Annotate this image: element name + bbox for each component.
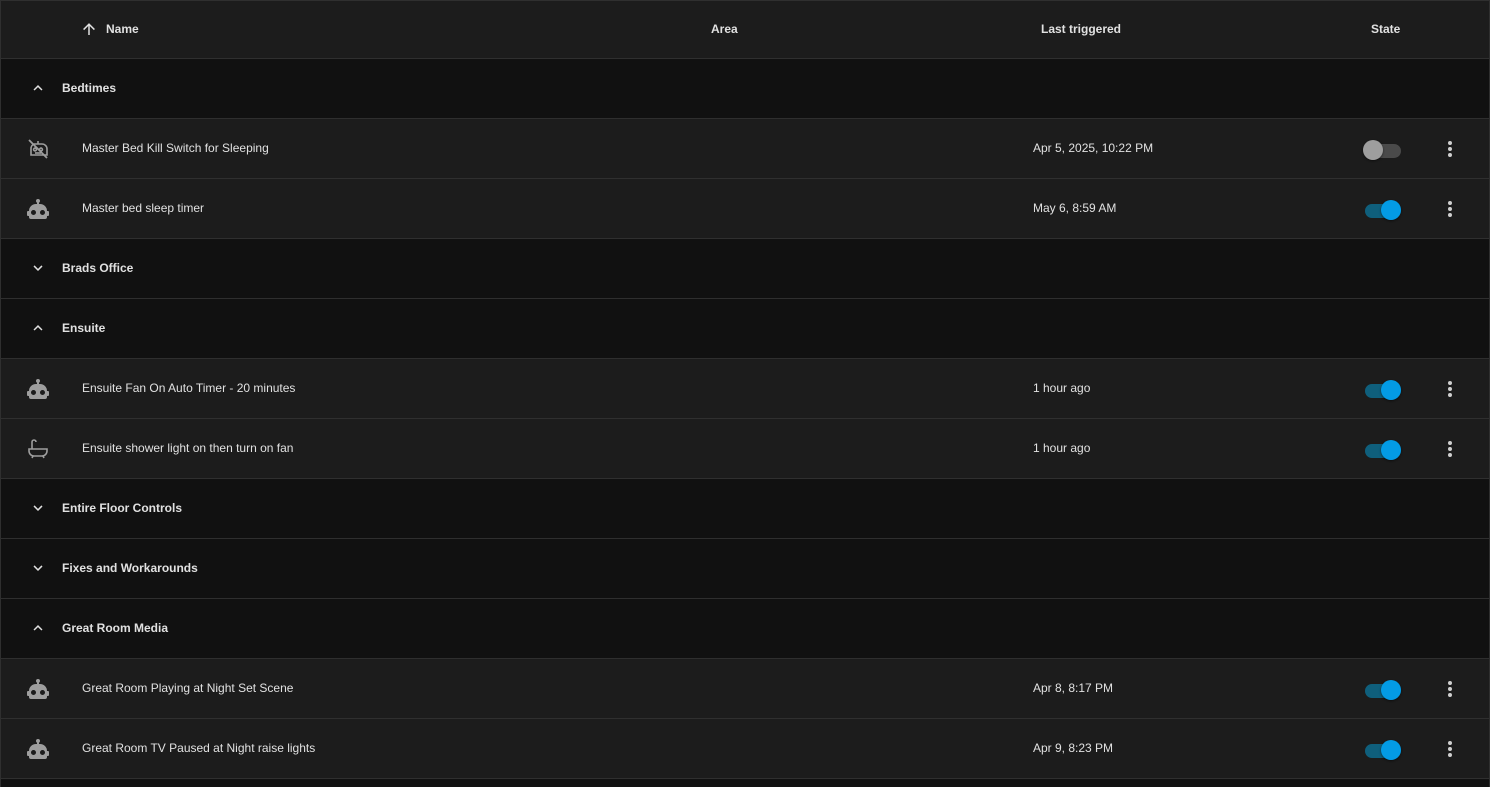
toggle-thumb [1381,440,1401,460]
table-body: Bedtimes Master Bed Kill Switch for Sleep… [1,59,1489,779]
last-triggered: Apr 9, 8:23 PM [1033,741,1114,755]
group-header[interactable]: Brads Office [1,239,1489,299]
automation-name[interactable]: Ensuite Fan On Auto Timer - 20 minutes [82,359,295,418]
table-row[interactable]: Ensuite shower light on then turn on fan… [1,419,1489,479]
chevron-down-icon[interactable] [29,259,47,277]
toggle-thumb [1381,200,1401,220]
robot-icon [27,379,49,399]
last-triggered: Apr 5, 2025, 10:22 PM [1033,141,1154,155]
robot-icon [27,679,49,699]
toggle-thumb [1363,140,1383,160]
column-header-state[interactable]: State [1371,1,1400,58]
table-row[interactable]: Master bed sleep timer May 6, 8:59 AM [1,179,1489,239]
group-label: Ensuite [62,321,106,335]
last-triggered: 1 hour ago [1033,441,1091,455]
state-toggle[interactable] [1363,198,1403,220]
state-toggle[interactable] [1363,738,1403,760]
table-row[interactable]: Great Room Playing at Night Set Scene Apr… [1,659,1489,719]
group-label: Bedtimes [62,81,117,95]
dots-vertical-icon[interactable] [1438,197,1462,221]
last-triggered: 1 hour ago [1033,381,1091,395]
dots-vertical-icon[interactable] [1438,377,1462,401]
toggle-thumb [1381,680,1401,700]
table-header: Name Area Last triggered State [1,1,1489,59]
group-header[interactable]: Great Room Media [1,599,1489,659]
chevron-up-icon[interactable] [29,319,47,337]
dots-vertical-icon[interactable] [1438,677,1462,701]
chevron-down-icon[interactable] [29,559,47,577]
last-triggered: Apr 8, 8:17 PM [1033,681,1114,695]
state-toggle[interactable] [1363,678,1403,700]
table-row[interactable]: Master Bed Kill Switch for Sleeping Apr 5… [1,119,1489,179]
robot-icon [27,199,49,219]
chevron-up-icon[interactable] [29,79,47,97]
group-header[interactable]: Entire Floor Controls [1,479,1489,539]
dots-vertical-icon[interactable] [1438,137,1462,161]
group-header[interactable]: Bedtimes [1,59,1489,119]
group-header[interactable]: Ensuite [1,299,1489,359]
chevron-down-icon[interactable] [29,499,47,517]
column-header-name[interactable]: Name [106,1,139,58]
last-triggered: May 6, 8:59 AM [1033,201,1117,215]
automation-name[interactable]: Master Bed Kill Switch for Sleeping [82,119,269,178]
dots-vertical-icon[interactable] [1438,437,1462,461]
automation-name[interactable]: Great Room TV Paused at Night raise ligh… [82,719,315,778]
state-toggle[interactable] [1363,138,1403,160]
table-row[interactable]: Great Room TV Paused at Night raise ligh… [1,719,1489,779]
group-label: Great Room Media [62,621,169,635]
dots-vertical-icon[interactable] [1438,737,1462,761]
robot-off-icon [28,139,48,159]
automation-name[interactable]: Master bed sleep timer [82,179,204,238]
group-label: Fixes and Workarounds [62,561,198,575]
group-header[interactable]: Fixes and Workarounds [1,539,1489,599]
table-row[interactable]: Ensuite Fan On Auto Timer - 20 minutes 1 … [1,359,1489,419]
robot-icon [27,739,49,759]
toggle-thumb [1381,380,1401,400]
bathtub-icon [28,439,48,459]
automation-name[interactable]: Great Room Playing at Night Set Scene [82,659,293,718]
state-toggle[interactable] [1363,378,1403,400]
arrow-up-icon[interactable] [80,20,98,38]
column-header-last-triggered[interactable]: Last triggered [1041,1,1121,58]
automations-table: Name Area Last triggered State Bedtimes M… [0,0,1490,787]
state-toggle[interactable] [1363,438,1403,460]
automation-name[interactable]: Ensuite shower light on then turn on fan [82,419,293,478]
chevron-up-icon[interactable] [29,619,47,637]
toggle-thumb [1381,740,1401,760]
column-header-area[interactable]: Area [711,1,738,58]
group-label: Entire Floor Controls [62,501,182,515]
group-label: Brads Office [62,261,134,275]
